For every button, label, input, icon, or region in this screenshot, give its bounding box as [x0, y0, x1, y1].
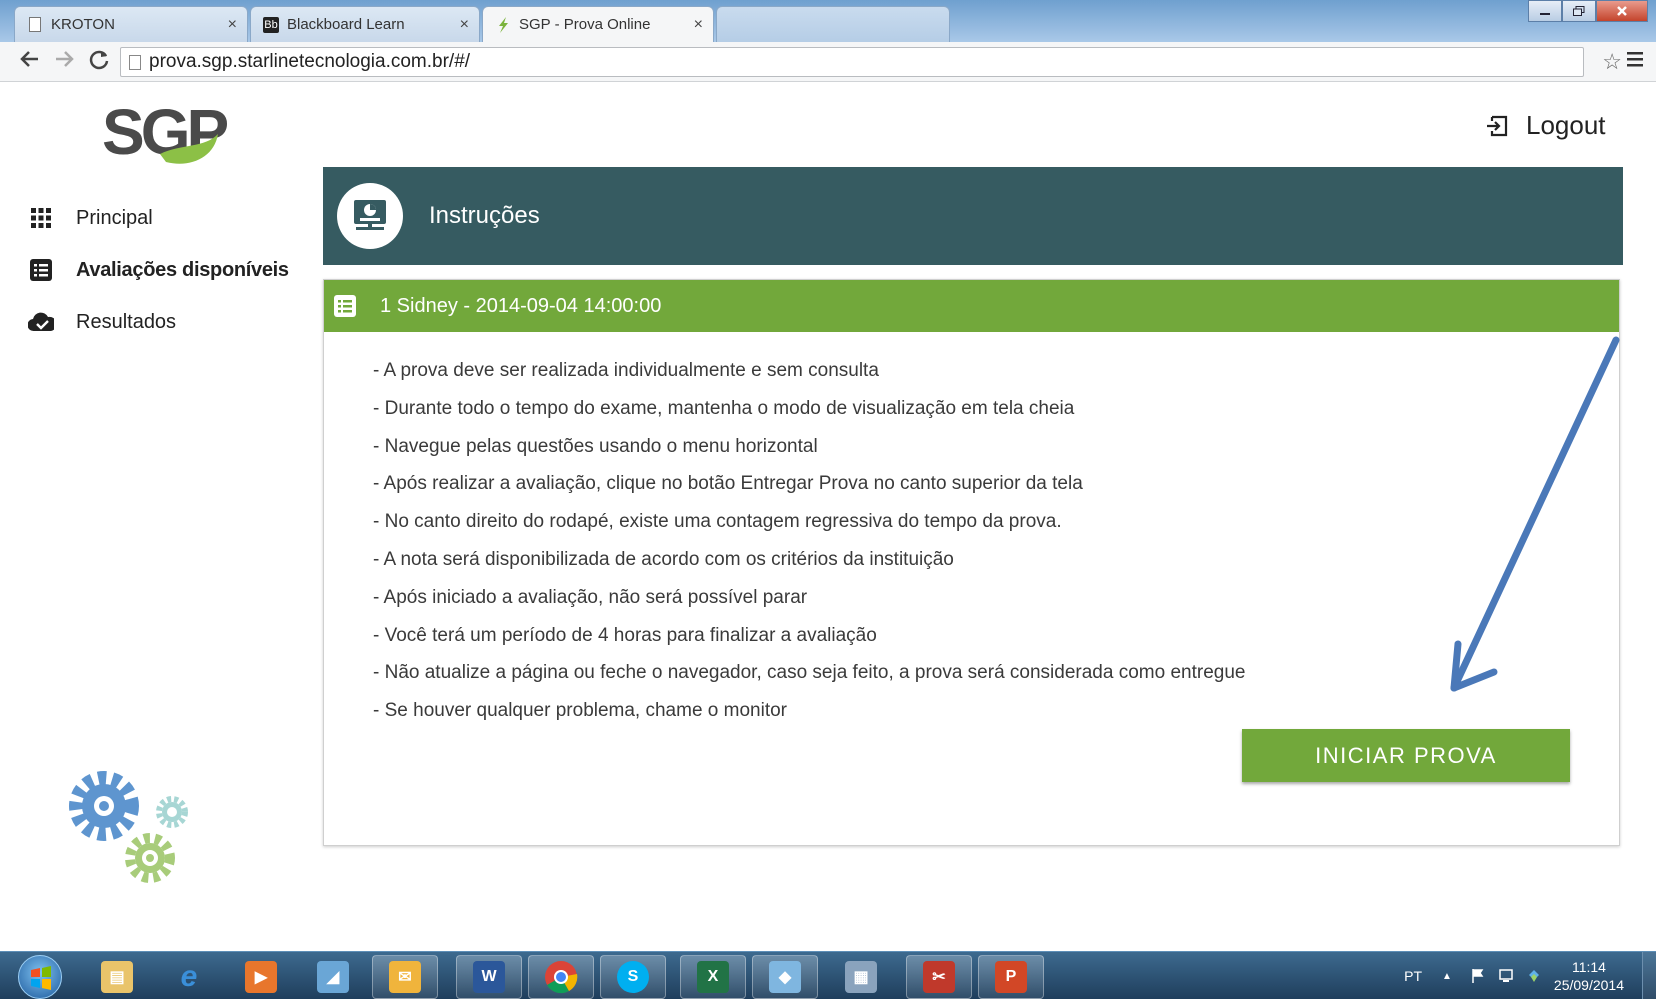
skype-icon[interactable]: S: [600, 955, 666, 999]
exam-card: 1 Sidney - 2014-09-04 14:00:00 - A prova…: [323, 279, 1620, 846]
sidebar-nav: Principal Avaliações disponíveis Resulta…: [28, 192, 289, 348]
tab-blackboard[interactable]: Bb Blackboard Learn ×: [250, 6, 480, 42]
close-window-icon[interactable]: [1596, 0, 1648, 22]
tab-label: KROTON: [51, 16, 115, 33]
logout-label: Logout: [1526, 110, 1606, 140]
sgp-logo: SGP: [100, 92, 231, 177]
instructions-title: Instruções: [429, 202, 540, 229]
start-button[interactable]: [18, 955, 62, 999]
clock[interactable]: 11:14 25/09/2014: [1554, 958, 1624, 994]
outlook-icon[interactable]: ✉: [372, 955, 438, 999]
show-hidden-icons-icon[interactable]: ▲: [1442, 971, 1452, 982]
sidebar-item-label: Avaliações disponíveis: [76, 258, 289, 281]
clock-date: 25/09/2014: [1553, 977, 1624, 993]
restore-icon[interactable]: [1562, 0, 1596, 22]
forward-arrow-icon[interactable]: [54, 48, 76, 76]
grid-icon: [28, 205, 54, 231]
rules-list: - A prova deve ser realizada individualm…: [324, 332, 1619, 734]
presentation-icon: [337, 183, 403, 249]
exam-title: 1 Sidney - 2014-09-04 14:00:00: [380, 294, 662, 317]
browser-menu-icon[interactable]: [1626, 48, 1644, 74]
clock-time: 11:14: [1571, 959, 1606, 975]
sgp-leaf-icon: [495, 16, 511, 33]
windows-explorer-icon[interactable]: ▤: [84, 955, 150, 999]
system-tray: PT ▲ 11:14 25/09/2014: [1404, 952, 1656, 999]
snipping-tool-icon[interactable]: ✂: [906, 955, 972, 999]
sidebar-item-resultados[interactable]: Resultados: [28, 296, 289, 348]
gears-illustration: [66, 766, 196, 891]
show-desktop-button[interactable]: [1642, 952, 1656, 999]
bookmark-star-icon[interactable]: ☆: [1602, 49, 1622, 75]
exam-card-header: 1 Sidney - 2014-09-04 14:00:00: [324, 280, 1619, 332]
word-icon[interactable]: W: [456, 955, 522, 999]
minimize-icon[interactable]: [1528, 0, 1562, 22]
tab-close-icon[interactable]: ×: [694, 16, 703, 34]
tab-sgp-prova-online[interactable]: SGP - Prova Online ×: [482, 6, 714, 42]
window-controls: [1528, 0, 1648, 22]
chrome-icon[interactable]: [528, 955, 594, 999]
logout-button[interactable]: Logout: [1486, 110, 1606, 141]
sidebar-item-label: Principal: [76, 206, 153, 229]
network-icon[interactable]: [1498, 968, 1514, 984]
calculator-icon[interactable]: ▦: [828, 955, 894, 999]
blackboard-icon: Bb: [263, 16, 279, 33]
list-icon: [28, 257, 54, 283]
powerpoint-icon[interactable]: P: [978, 955, 1044, 999]
annotation-arrow: [1450, 336, 1620, 692]
tab-kroton[interactable]: KROTON ×: [14, 6, 248, 42]
sidebar-item-label: Resultados: [76, 310, 177, 333]
url-text: prova.sgp.starlinetecnologia.com.br/#/: [149, 51, 471, 72]
media-player-icon[interactable]: ▶: [228, 955, 294, 999]
page-icon: [27, 17, 43, 33]
windows-taskbar: ▤ e ▶ ◢ ✉ W S X ◆ ▦ ✂ P PT ▲ 11:14 25/09…: [0, 951, 1656, 999]
action-center-flag-icon[interactable]: [1470, 968, 1486, 984]
logout-icon: [1487, 115, 1508, 136]
language-indicator[interactable]: PT: [1404, 968, 1422, 984]
list-icon: [334, 295, 356, 317]
back-arrow-icon[interactable]: [18, 48, 40, 76]
folder-icon[interactable]: ◆: [752, 955, 818, 999]
excel-icon[interactable]: X: [680, 955, 746, 999]
instructions-header: Instruções: [323, 167, 1623, 265]
browser-tab-strip: KROTON × Bb Blackboard Learn × SGP - Pro…: [0, 0, 1656, 42]
url-field[interactable]: prova.sgp.starlinetecnologia.com.br/#/: [120, 47, 1584, 77]
sidebar-item-principal[interactable]: Principal: [28, 192, 289, 244]
tab-close-icon[interactable]: ×: [460, 16, 469, 34]
sync-icon[interactable]: [1526, 968, 1542, 984]
tab-label: Blackboard Learn: [287, 16, 405, 33]
new-tab-button[interactable]: [716, 6, 950, 42]
tab-close-icon[interactable]: ×: [228, 16, 237, 34]
sidebar-item-avaliacoes[interactable]: Avaliações disponíveis: [28, 244, 289, 296]
start-exam-button[interactable]: INICIAR PROVA: [1242, 729, 1570, 782]
address-bar: prova.sgp.starlinetecnologia.com.br/#/ ☆: [0, 42, 1656, 82]
reload-icon[interactable]: [88, 48, 110, 76]
notepad-icon[interactable]: ◢: [300, 955, 366, 999]
cloud-check-icon: [28, 309, 54, 335]
tab-label: SGP - Prova Online: [519, 16, 651, 33]
internet-explorer-icon[interactable]: e: [156, 955, 222, 999]
page-icon: [129, 54, 141, 70]
